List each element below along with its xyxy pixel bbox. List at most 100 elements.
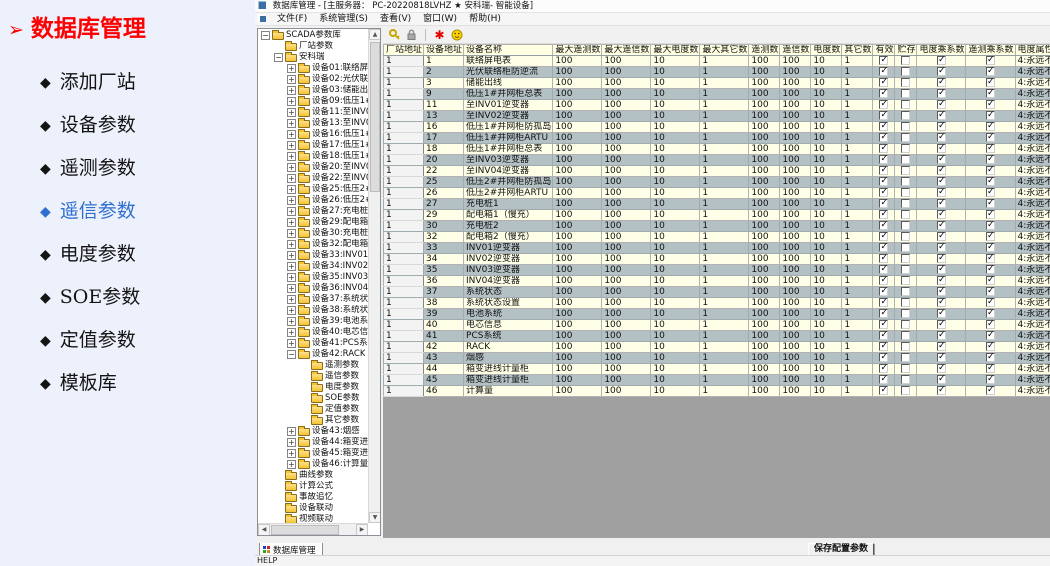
store-checkbox[interactable] bbox=[894, 385, 918, 397]
store-checkbox[interactable] bbox=[894, 154, 918, 166]
cell[interactable]: 100 bbox=[748, 132, 781, 144]
cell[interactable]: 10 bbox=[810, 308, 843, 320]
cell[interactable]: 100 bbox=[748, 121, 781, 133]
unchecked-checkbox-icon[interactable] bbox=[901, 67, 911, 76]
expand-icon[interactable]: + bbox=[287, 64, 296, 73]
tree-item-SOE参数[interactable]: SOE参数 bbox=[258, 393, 368, 404]
cell[interactable]: 100 bbox=[601, 88, 652, 100]
cell[interactable]: 37 bbox=[423, 286, 465, 298]
smiley-icon[interactable] bbox=[450, 29, 463, 42]
cell[interactable]: 33 bbox=[423, 242, 465, 254]
cell[interactable]: 20 bbox=[423, 154, 465, 166]
valid-checkbox[interactable]: ✓ bbox=[872, 187, 896, 199]
table-row[interactable]: 116低压1#并网柜防孤岛100100101100100101✓✓✓4:永远不清… bbox=[383, 121, 1050, 133]
checked-checkbox-icon[interactable]: ✓ bbox=[985, 287, 995, 296]
tree-item-设备43:烟感[interactable]: + 设备43:烟感 bbox=[258, 426, 368, 437]
cell[interactable]: 4:永远不清 bbox=[1014, 286, 1050, 298]
cell[interactable]: 100 bbox=[601, 110, 652, 122]
store-checkbox[interactable] bbox=[894, 253, 918, 265]
unchecked-checkbox-icon[interactable] bbox=[901, 111, 911, 120]
cell[interactable]: 100 bbox=[779, 132, 812, 144]
telemetry-coef-checkbox[interactable]: ✓ bbox=[965, 352, 1016, 364]
unchecked-checkbox-icon[interactable] bbox=[901, 89, 911, 98]
cell[interactable]: 43 bbox=[423, 352, 465, 364]
expand-icon[interactable]: + bbox=[287, 339, 296, 348]
expand-icon[interactable]: + bbox=[287, 174, 296, 183]
cell[interactable]: 9 bbox=[423, 88, 465, 100]
cell[interactable]: 100 bbox=[601, 308, 652, 320]
table-row[interactable]: 19低压1#并网柜总表100100101100100101✓✓✓4:永远不清00 bbox=[383, 88, 1050, 100]
telemetry-coef-checkbox[interactable]: ✓ bbox=[965, 198, 1016, 210]
cell[interactable]: 3 bbox=[423, 77, 465, 89]
energy-coef-checkbox[interactable]: ✓ bbox=[916, 176, 967, 188]
unchecked-checkbox-icon[interactable] bbox=[901, 386, 911, 395]
cell[interactable]: 10 bbox=[810, 385, 843, 397]
cell[interactable]: 10 bbox=[650, 253, 701, 265]
table-row[interactable]: 12光伏联络柜防逆流100100101100100101✓✓✓4:永远不清00 bbox=[383, 66, 1050, 78]
cell[interactable]: 4:永远不清 bbox=[1014, 110, 1050, 122]
scrollbar-thumb[interactable] bbox=[271, 525, 339, 535]
checked-checkbox-icon[interactable]: ✓ bbox=[985, 100, 995, 109]
cell[interactable]: 100 bbox=[779, 66, 812, 78]
table-row[interactable]: 141PCS系统100100101100100101✓✓✓4:永远不清00 bbox=[383, 330, 1050, 342]
cell[interactable]: 100 bbox=[552, 374, 603, 386]
cell[interactable]: 1 bbox=[841, 121, 874, 133]
cell[interactable]: 1 bbox=[841, 209, 874, 221]
cell[interactable]: 1 bbox=[383, 253, 425, 265]
store-checkbox[interactable] bbox=[894, 121, 918, 133]
cell[interactable]: 39 bbox=[423, 308, 465, 320]
unchecked-checkbox-icon[interactable] bbox=[901, 342, 911, 351]
cell[interactable]: 100 bbox=[601, 275, 652, 287]
expand-icon[interactable]: + bbox=[287, 97, 296, 106]
cell[interactable]: 100 bbox=[748, 99, 781, 111]
checked-checkbox-icon[interactable]: ✓ bbox=[936, 122, 946, 131]
cell[interactable]: 100 bbox=[748, 286, 781, 298]
expand-icon[interactable]: + bbox=[287, 240, 296, 249]
cell[interactable]: 38 bbox=[423, 297, 465, 309]
tree-item-设备13:至INV02逆变器[interactable]: + 设备13:至INV02逆变器 bbox=[258, 118, 368, 129]
cell[interactable]: 100 bbox=[601, 264, 652, 276]
cell[interactable]: 100 bbox=[552, 176, 603, 188]
cell[interactable]: 10 bbox=[810, 231, 843, 243]
checked-checkbox-icon[interactable]: ✓ bbox=[879, 122, 889, 131]
cell[interactable]: 10 bbox=[810, 77, 843, 89]
energy-coef-checkbox[interactable]: ✓ bbox=[916, 132, 967, 144]
tree-item-设备44:箱变进线计量柜[interactable]: + 设备44:箱变进线计量柜 bbox=[258, 437, 368, 448]
cell[interactable]: 100 bbox=[748, 352, 781, 364]
store-checkbox[interactable] bbox=[894, 132, 918, 144]
cell[interactable]: 100 bbox=[601, 99, 652, 111]
column-header-电度属性[interactable]: 电度属性 bbox=[1014, 44, 1050, 56]
expand-icon[interactable]: + bbox=[287, 317, 296, 326]
energy-coef-checkbox[interactable]: ✓ bbox=[916, 275, 967, 287]
checked-checkbox-icon[interactable]: ✓ bbox=[936, 177, 946, 186]
cell[interactable]: 10 bbox=[650, 231, 701, 243]
column-header-最大遥测数[interactable]: 最大遥测数 bbox=[552, 44, 603, 56]
unchecked-checkbox-icon[interactable] bbox=[901, 210, 911, 219]
cell[interactable]: 1 bbox=[841, 242, 874, 254]
cell[interactable]: 4:永远不清 bbox=[1014, 352, 1050, 364]
cell[interactable]: 1 bbox=[383, 352, 425, 364]
valid-checkbox[interactable]: ✓ bbox=[872, 286, 896, 298]
checked-checkbox-icon[interactable]: ✓ bbox=[936, 386, 946, 395]
star-icon[interactable]: ✱ bbox=[433, 29, 446, 42]
cell[interactable]: 100 bbox=[552, 99, 603, 111]
cell[interactable]: 100 bbox=[779, 330, 812, 342]
store-checkbox[interactable] bbox=[894, 198, 918, 210]
table-row[interactable]: 137系统状态100100101100100101✓✓✓4:永远不清00 bbox=[383, 286, 1050, 298]
tree-item-设备46:计算量[interactable]: + 设备46:计算量 bbox=[258, 459, 368, 470]
checked-checkbox-icon[interactable]: ✓ bbox=[879, 331, 889, 340]
cell[interactable]: 100 bbox=[601, 242, 652, 254]
cell[interactable]: 1 bbox=[699, 352, 750, 364]
tree-item-设备27:充电桩1[interactable]: + 设备27:充电桩1 bbox=[258, 206, 368, 217]
cell[interactable]: 100 bbox=[552, 286, 603, 298]
checked-checkbox-icon[interactable]: ✓ bbox=[985, 386, 995, 395]
store-checkbox[interactable] bbox=[894, 341, 918, 353]
checked-checkbox-icon[interactable]: ✓ bbox=[879, 56, 889, 65]
checked-checkbox-icon[interactable]: ✓ bbox=[879, 89, 889, 98]
cell[interactable]: 1 bbox=[699, 99, 750, 111]
store-checkbox[interactable] bbox=[894, 319, 918, 331]
cell[interactable]: 100 bbox=[552, 341, 603, 353]
cell[interactable]: 100 bbox=[552, 330, 603, 342]
cell[interactable]: 低压1#并网柜ARTU bbox=[463, 132, 554, 144]
checked-checkbox-icon[interactable]: ✓ bbox=[985, 188, 995, 197]
